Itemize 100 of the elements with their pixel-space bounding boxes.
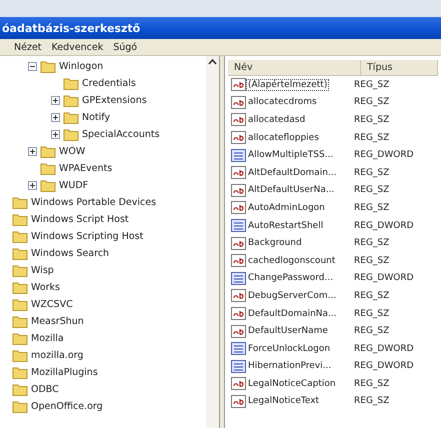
tree-item[interactable]: Notify [82,112,110,123]
folder-icon [12,264,28,277]
value-type: REG_DWORD [354,150,414,160]
string-value-icon [231,307,246,320]
binary-value-icon [231,342,246,356]
tree-item[interactable]: Winlogon [59,61,104,72]
scroll-up-icon[interactable] [208,59,217,65]
folder-icon [40,145,56,158]
value-name[interactable]: LegalNoticeCaption [247,378,337,389]
string-value-icon [231,184,246,197]
column-header[interactable]: Típus [361,60,438,76]
scrollbar[interactable] [206,56,219,428]
string-value-icon [231,394,246,408]
window-title: óadatbázis-szerkesztő [2,22,140,34]
value-type: REG_SZ [354,238,390,248]
tree-item[interactable]: MozillaPlugins [31,367,98,378]
value-type: REG_DWORD [354,344,414,354]
expand-toggle[interactable] [28,147,37,156]
value-type: REG_SZ [354,396,390,406]
value-type: REG_DWORD [354,361,414,372]
value-name[interactable]: allocatecdroms [247,97,318,108]
tree-item[interactable]: Wisp [31,265,54,276]
string-value-icon [231,131,246,144]
value-name[interactable]: AltDefaultDomain... [247,168,338,178]
string-value-icon [231,96,246,109]
folder-icon [12,230,28,243]
value-type: REG_DWORD [354,273,414,284]
folder-icon [12,315,28,328]
value-name[interactable]: DefaultDomainNa... [247,308,338,319]
tree-item[interactable]: Mozilla [31,333,64,344]
binary-value-icon [231,148,246,162]
expand-toggle[interactable] [51,113,60,122]
value-name[interactable]: Background [247,238,303,248]
value-name[interactable]: ForceUnlockLogon [247,344,332,354]
tree-item[interactable]: WPAEvents [59,163,112,174]
menu-item[interactable]: Nézet [14,42,42,52]
string-value-icon [231,236,246,250]
tree-item[interactable]: WUDF [59,180,88,191]
string-value-icon [231,201,246,214]
folder-icon [12,383,28,396]
tree-item[interactable]: Works [31,282,60,293]
expand-toggle[interactable] [51,130,60,139]
folder-icon [12,247,28,260]
value-name[interactable]: allocatefloppies [247,132,320,143]
value-type: REG_SZ [354,80,390,90]
value-name[interactable]: AltDefaultUserNa... [247,185,336,196]
folder-icon [40,60,56,73]
value-type: REG_SZ [354,185,390,196]
value-name[interactable]: AllowMultipleTSS... [247,150,334,160]
value-type: REG_SZ [354,326,390,336]
value-name[interactable]: HibernationPrevi... [247,361,332,372]
value-type: REG_SZ [354,378,390,389]
tree-item[interactable]: OpenOffice.org [31,401,103,412]
string-value-icon [231,254,246,268]
tree-item[interactable]: ODBC [31,384,59,395]
folder-icon [40,162,56,175]
tree-item[interactable]: mozilla.org [31,350,84,361]
folder-icon [12,213,28,226]
folder-icon [12,366,28,379]
tree-item[interactable]: Windows Search [31,248,110,259]
tree-item[interactable]: WOW [59,146,86,157]
tree-item[interactable]: Windows Script Host [31,214,129,225]
string-value-icon [231,166,246,180]
folder-icon [12,298,28,311]
tree-item[interactable]: Windows Portable Devices [31,197,156,208]
string-value-icon [231,113,246,126]
tree-item[interactable]: SpecialAccounts [82,129,160,140]
tree-item[interactable]: MeasrShun [31,316,84,327]
value-name[interactable]: ChangePassword... [247,273,334,284]
value-type: REG_SZ [354,202,390,213]
string-value-icon [231,78,246,92]
value-name[interactable]: AutoAdminLogon [247,202,326,213]
value-name[interactable]: LegalNoticeText [247,396,320,406]
value-type: REG_SZ [354,114,390,125]
tree-item[interactable]: WZCSVC [31,299,73,310]
expand-toggle[interactable] [51,96,60,105]
value-type: REG_SZ [354,97,390,108]
value-name[interactable]: DebugServerCom... [247,290,338,301]
menu-item[interactable]: Súgó [113,42,138,52]
tree-item[interactable]: Credentials [82,78,136,89]
binary-value-icon [231,360,246,373]
value-name[interactable]: allocatedasd [247,114,306,125]
folder-icon [63,94,79,107]
tree-item[interactable]: GPExtensions [82,95,147,106]
value-type: REG_DWORD [354,220,414,231]
value-name[interactable]: AutoRestartShell [247,220,324,231]
value-name[interactable]: (Alapértelmezett) [247,80,328,90]
binary-value-icon [231,272,246,285]
value-type: REG_SZ [354,308,390,319]
folder-icon [12,400,28,413]
folder-icon [12,196,28,209]
menu-item[interactable]: Kedvencek [52,42,104,52]
string-value-icon [231,289,246,302]
value-name[interactable]: cachedlogonscount [247,256,336,266]
tree-item[interactable]: Windows Scripting Host [31,231,144,242]
expand-toggle[interactable] [28,181,37,190]
column-header[interactable]: Név [228,60,361,76]
folder-icon [63,77,79,90]
expand-toggle[interactable] [28,62,37,71]
value-name[interactable]: DefaultUserName [247,326,329,336]
